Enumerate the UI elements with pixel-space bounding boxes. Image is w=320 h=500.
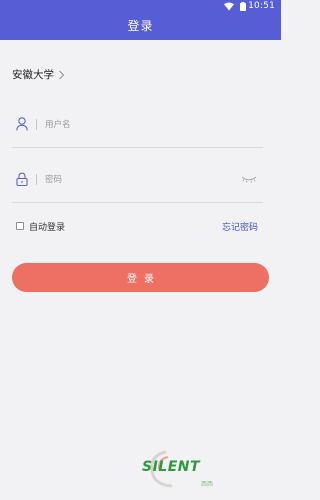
status-time: 10:51 <box>248 1 275 11</box>
user-icon <box>16 117 28 131</box>
wifi-icon <box>224 2 234 11</box>
lock-icon <box>16 172 28 186</box>
status-bar: 10:51 <box>0 0 281 13</box>
password-row <box>12 163 263 203</box>
field-divider <box>36 174 37 185</box>
battery-icon <box>240 2 246 11</box>
school-selector[interactable]: 安徽大学 <box>12 67 65 82</box>
password-input[interactable] <box>45 172 235 188</box>
login-options: 自动登录 忘记密码 <box>16 219 258 233</box>
school-name: 安徽大学 <box>12 69 54 81</box>
eye-closed-icon[interactable] <box>241 175 257 183</box>
auto-login-label[interactable]: 自动登录 <box>29 220 65 233</box>
username-input[interactable] <box>45 117 235 133</box>
watermark-subtext: 西西 <box>201 481 214 488</box>
chevron-right-icon <box>59 70 65 79</box>
forgot-password-link[interactable]: 忘记密码 <box>222 220 258 233</box>
watermark-logo: SILENT 西西 <box>140 449 226 499</box>
username-row <box>12 108 263 148</box>
watermark-text: SILENT <box>142 459 201 475</box>
auto-login-checkbox[interactable] <box>16 222 24 230</box>
page-title: 登录 <box>0 13 281 40</box>
field-divider <box>36 119 37 130</box>
login-button[interactable]: 登录 <box>12 263 269 292</box>
